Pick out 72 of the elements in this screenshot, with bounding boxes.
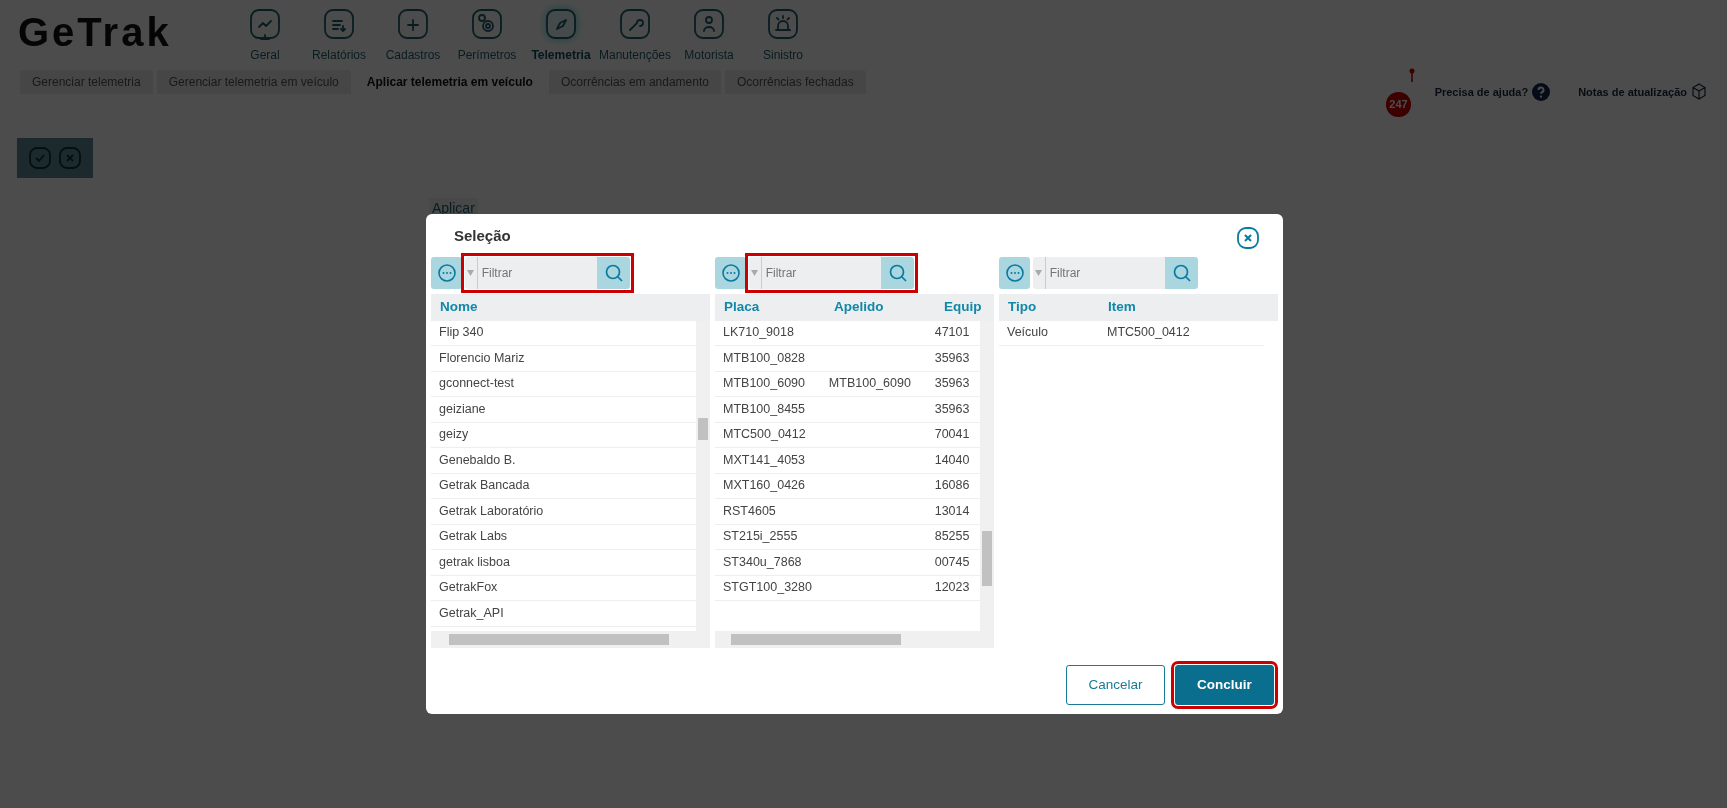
table-cell-text: 16086 xyxy=(933,477,971,495)
table-cell-text: Getrak Labs xyxy=(438,528,509,546)
ellipsis-icon xyxy=(436,262,457,283)
search-button[interactable] xyxy=(597,256,630,289)
table-cell-text: RST4605 xyxy=(722,502,777,520)
table-cell-text: MTB100_0828 xyxy=(722,349,806,367)
table-cell-text: GetrakFox xyxy=(438,579,499,597)
table-cell-text: ST340u_7868 xyxy=(722,553,803,571)
table-cell-text: 14040 xyxy=(933,451,971,469)
search-icon xyxy=(604,263,623,282)
search-button[interactable] xyxy=(1165,256,1198,289)
table-cell-text: 00745 xyxy=(933,553,971,571)
release-notes-link[interactable]: Notas de atualização xyxy=(1578,84,1687,101)
caret-icon[interactable] xyxy=(1035,269,1043,276)
table-cell-text: MTC500_0412 xyxy=(722,426,807,444)
table-cell-text: Getrak Laboratório xyxy=(438,502,545,520)
horizontal-scrollbar[interactable] xyxy=(431,630,710,648)
table-cell-text: geizy xyxy=(438,426,470,444)
column-header[interactable]: Placa xyxy=(715,296,825,318)
column-header[interactable]: Apelido xyxy=(825,296,935,318)
close-icon xyxy=(1237,227,1259,249)
table-cell-text: gconnect-test xyxy=(438,375,516,393)
filter-field[interactable]: Filtrar xyxy=(761,256,881,289)
table-cell-text: Florencio Mariz xyxy=(438,349,526,367)
table-cell-text: 35963 xyxy=(933,400,971,418)
cancel-button[interactable]: Cancelar xyxy=(1066,665,1165,705)
table-cell-text: 13014 xyxy=(933,502,971,520)
table-cell-text: Getrak Bancada xyxy=(438,477,531,495)
table-cell-text: 70041 xyxy=(933,426,971,444)
table-cell-text: geiziane xyxy=(438,400,487,418)
ellipsis-icon xyxy=(1004,262,1025,283)
table-cell-text: STGT100_3280 xyxy=(722,579,813,597)
table-cell-text: MTC500_0412 xyxy=(1106,324,1191,342)
vertical-scrollbar[interactable] xyxy=(980,320,994,631)
table-cell-text: Genebaldo B. xyxy=(438,451,517,469)
caret-icon[interactable] xyxy=(467,269,475,276)
table-cell-text: MXT141_4053 xyxy=(722,451,806,469)
table-cell-text: MTB100_8455 xyxy=(722,400,806,418)
column-header[interactable]: Nome xyxy=(431,296,671,318)
table-cell-text: MTB100_6090 xyxy=(722,375,806,393)
table-cell-text: getrak lisboa xyxy=(438,553,511,571)
options-button[interactable] xyxy=(999,256,1030,289)
options-button[interactable] xyxy=(715,256,746,289)
filter-field[interactable]: Filtrar xyxy=(1045,256,1165,289)
table-cell-text: 47101 xyxy=(933,324,971,342)
caret-icon[interactable] xyxy=(751,269,759,276)
table-cell-text: MXT160_0426 xyxy=(722,477,806,495)
help-link[interactable]: Precisa de ajuda? xyxy=(1434,84,1529,101)
options-button[interactable] xyxy=(431,256,462,289)
table-cell-text: 35963 xyxy=(933,375,971,393)
search-button[interactable] xyxy=(881,256,914,289)
table-cell-text: 35963 xyxy=(933,349,971,367)
search-icon xyxy=(1172,263,1191,282)
column-header[interactable]: Equip xyxy=(935,296,990,318)
dialog-title: Seleção xyxy=(454,226,511,246)
column-header[interactable]: Item xyxy=(1099,296,1249,318)
table-cell-text: MTB100_6090 xyxy=(827,375,912,393)
logo: GeTrak xyxy=(18,12,173,52)
table-cell-text: Getrak_API xyxy=(438,604,505,622)
table-cell-text: Veículo xyxy=(1006,324,1049,342)
filter-field[interactable]: Filtrar xyxy=(477,256,597,289)
close-button[interactable] xyxy=(1237,227,1259,249)
horizontal-scrollbar[interactable] xyxy=(715,630,994,648)
table-cell-text: ST215i_2555 xyxy=(722,528,799,546)
table-cell-text: LK710_9018 xyxy=(722,324,795,342)
table-cell-text: 85255 xyxy=(933,528,971,546)
vertical-scrollbar[interactable] xyxy=(696,320,710,631)
table-cell-text: Flip 340 xyxy=(438,324,485,342)
search-icon xyxy=(888,263,907,282)
column-header[interactable]: Tipo xyxy=(999,296,1099,318)
ellipsis-icon xyxy=(720,262,741,283)
table-cell-text: 12023 xyxy=(933,579,971,597)
